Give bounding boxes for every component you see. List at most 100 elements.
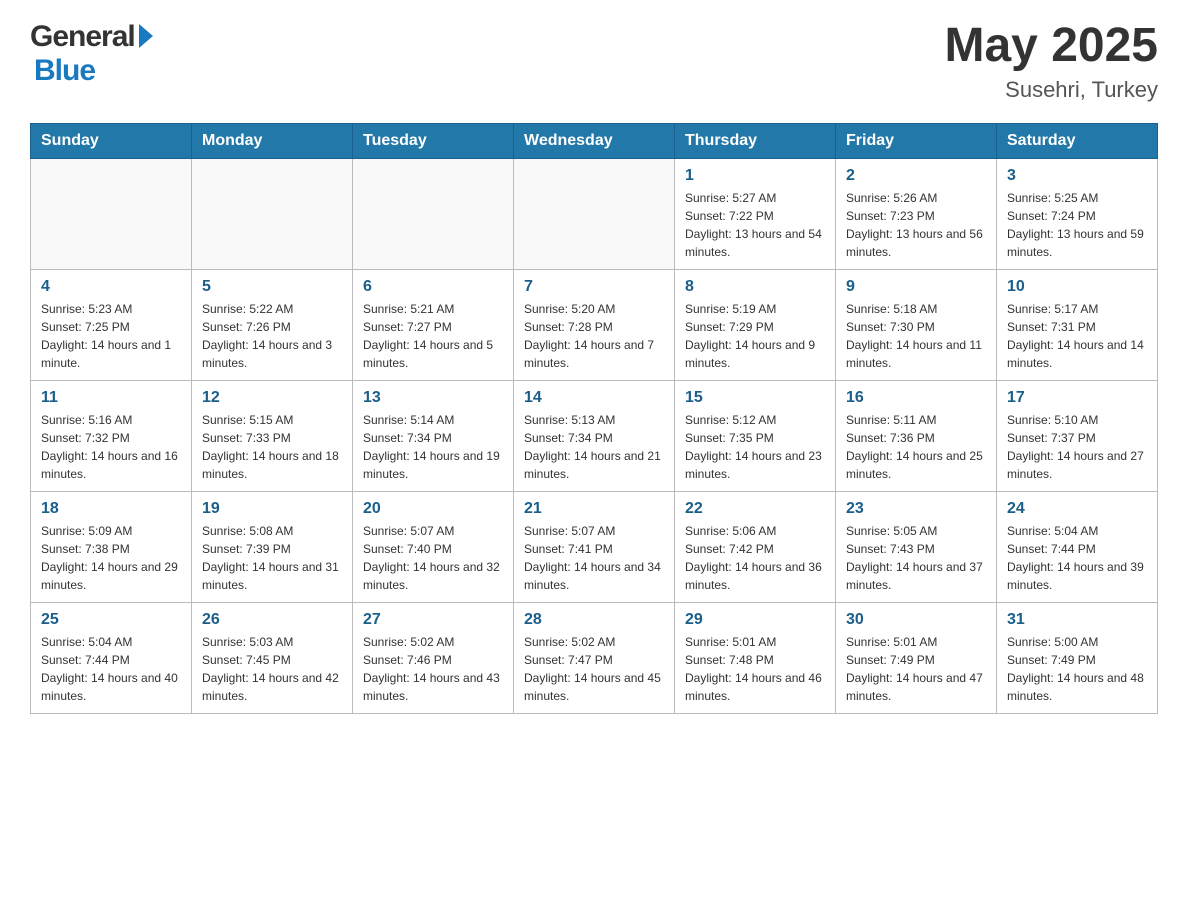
calendar-week-row: 25 Sunrise: 5:04 AM Sunset: 7:44 PM Dayli… bbox=[31, 602, 1158, 713]
day-info: Sunrise: 5:22 AM Sunset: 7:26 PM Dayligh… bbox=[202, 300, 342, 372]
day-number: 8 bbox=[685, 278, 825, 296]
day-info: Sunrise: 5:10 AM Sunset: 7:37 PM Dayligh… bbox=[1007, 411, 1147, 483]
calendar-week-row: 11 Sunrise: 5:16 AM Sunset: 7:32 PM Dayli… bbox=[31, 380, 1158, 491]
day-number: 12 bbox=[202, 389, 342, 407]
col-sunday: Sunday bbox=[31, 123, 192, 158]
day-number: 18 bbox=[41, 500, 181, 518]
day-number: 28 bbox=[524, 611, 664, 629]
day-info: Sunrise: 5:12 AM Sunset: 7:35 PM Dayligh… bbox=[685, 411, 825, 483]
table-row: 22 Sunrise: 5:06 AM Sunset: 7:42 PM Dayli… bbox=[675, 491, 836, 602]
table-row: 26Sunrise: 5:03 AM Sunset: 7:45 PM Dayli… bbox=[192, 602, 353, 713]
day-number: 1 bbox=[685, 167, 825, 185]
day-number: 10 bbox=[1007, 278, 1147, 296]
day-info: Sunrise: 5:02 AM Sunset: 7:46 PM Dayligh… bbox=[363, 633, 503, 705]
table-row bbox=[192, 158, 353, 269]
day-number: 4 bbox=[41, 278, 181, 296]
day-number: 7 bbox=[524, 278, 664, 296]
day-info: Sunrise: 5:09 AM Sunset: 7:38 PM Dayligh… bbox=[41, 522, 181, 594]
day-number: 5 bbox=[202, 278, 342, 296]
day-number: 25 bbox=[41, 611, 181, 629]
col-friday: Friday bbox=[836, 123, 997, 158]
table-row: 24 Sunrise: 5:04 AM Sunset: 7:44 PM Dayli… bbox=[997, 491, 1158, 602]
day-info: Sunrise: 5:13 AM Sunset: 7:34 PM Dayligh… bbox=[524, 411, 664, 483]
day-number: 17 bbox=[1007, 389, 1147, 407]
table-row: 19 Sunrise: 5:08 AM Sunset: 7:39 PM Dayli… bbox=[192, 491, 353, 602]
table-row: 12Sunrise: 5:15 AM Sunset: 7:33 PM Dayli… bbox=[192, 380, 353, 491]
day-info: Sunrise: 5:07 AM Sunset: 7:40 PM Dayligh… bbox=[363, 522, 503, 594]
day-info: Sunrise: 5:26 AM Sunset: 7:23 PM Dayligh… bbox=[846, 189, 986, 261]
day-number: 9 bbox=[846, 278, 986, 296]
month-year-title: May 2025 bbox=[945, 20, 1159, 73]
calendar-week-row: 4 Sunrise: 5:23 AM Sunset: 7:25 PM Daylig… bbox=[31, 269, 1158, 380]
table-row: 4 Sunrise: 5:23 AM Sunset: 7:25 PM Daylig… bbox=[31, 269, 192, 380]
day-number: 21 bbox=[524, 500, 664, 518]
logo-blue-text: Blue bbox=[34, 54, 95, 88]
table-row: 20 Sunrise: 5:07 AM Sunset: 7:40 PM Dayli… bbox=[353, 491, 514, 602]
table-row: 11 Sunrise: 5:16 AM Sunset: 7:32 PM Dayli… bbox=[31, 380, 192, 491]
calendar-table: Sunday Monday Tuesday Wednesday Thursday… bbox=[30, 123, 1158, 714]
logo-general-text: General bbox=[30, 20, 135, 54]
day-number: 2 bbox=[846, 167, 986, 185]
table-row bbox=[514, 158, 675, 269]
calendar-body: 1Sunrise: 5:27 AM Sunset: 7:22 PM Daylig… bbox=[31, 158, 1158, 713]
table-row: 3 Sunrise: 5:25 AM Sunset: 7:24 PM Daylig… bbox=[997, 158, 1158, 269]
day-number: 11 bbox=[41, 389, 181, 407]
day-info: Sunrise: 5:16 AM Sunset: 7:32 PM Dayligh… bbox=[41, 411, 181, 483]
table-row: 29Sunrise: 5:01 AM Sunset: 7:48 PM Dayli… bbox=[675, 602, 836, 713]
day-number: 16 bbox=[846, 389, 986, 407]
table-row: 6Sunrise: 5:21 AM Sunset: 7:27 PM Daylig… bbox=[353, 269, 514, 380]
table-row: 15 Sunrise: 5:12 AM Sunset: 7:35 PM Dayli… bbox=[675, 380, 836, 491]
day-info: Sunrise: 5:23 AM Sunset: 7:25 PM Dayligh… bbox=[41, 300, 181, 372]
day-number: 29 bbox=[685, 611, 825, 629]
day-number: 15 bbox=[685, 389, 825, 407]
col-monday: Monday bbox=[192, 123, 353, 158]
day-info: Sunrise: 5:05 AM Sunset: 7:43 PM Dayligh… bbox=[846, 522, 986, 594]
logo-line2: Blue bbox=[30, 54, 95, 88]
table-row: 28 Sunrise: 5:02 AM Sunset: 7:47 PM Dayli… bbox=[514, 602, 675, 713]
day-info: Sunrise: 5:08 AM Sunset: 7:39 PM Dayligh… bbox=[202, 522, 342, 594]
title-area: May 2025 Susehri, Turkey bbox=[945, 20, 1159, 103]
page-header: General Blue May 2025 Susehri, Turkey bbox=[30, 20, 1158, 103]
day-number: 3 bbox=[1007, 167, 1147, 185]
day-number: 14 bbox=[524, 389, 664, 407]
day-info: Sunrise: 5:01 AM Sunset: 7:49 PM Dayligh… bbox=[846, 633, 986, 705]
day-info: Sunrise: 5:21 AM Sunset: 7:27 PM Dayligh… bbox=[363, 300, 503, 372]
day-info: Sunrise: 5:25 AM Sunset: 7:24 PM Dayligh… bbox=[1007, 189, 1147, 261]
table-row: 5 Sunrise: 5:22 AM Sunset: 7:26 PM Daylig… bbox=[192, 269, 353, 380]
table-row: 17 Sunrise: 5:10 AM Sunset: 7:37 PM Dayli… bbox=[997, 380, 1158, 491]
day-info: Sunrise: 5:04 AM Sunset: 7:44 PM Dayligh… bbox=[41, 633, 181, 705]
col-tuesday: Tuesday bbox=[353, 123, 514, 158]
table-row: 10 Sunrise: 5:17 AM Sunset: 7:31 PM Dayli… bbox=[997, 269, 1158, 380]
day-number: 30 bbox=[846, 611, 986, 629]
table-row: 21Sunrise: 5:07 AM Sunset: 7:41 PM Dayli… bbox=[514, 491, 675, 602]
day-number: 19 bbox=[202, 500, 342, 518]
table-row: 7 Sunrise: 5:20 AM Sunset: 7:28 PM Daylig… bbox=[514, 269, 675, 380]
table-row bbox=[31, 158, 192, 269]
day-number: 26 bbox=[202, 611, 342, 629]
table-row: 13 Sunrise: 5:14 AM Sunset: 7:34 PM Dayli… bbox=[353, 380, 514, 491]
calendar-week-row: 1Sunrise: 5:27 AM Sunset: 7:22 PM Daylig… bbox=[31, 158, 1158, 269]
logo-line1: General bbox=[30, 20, 153, 54]
day-info: Sunrise: 5:20 AM Sunset: 7:28 PM Dayligh… bbox=[524, 300, 664, 372]
day-number: 24 bbox=[1007, 500, 1147, 518]
day-info: Sunrise: 5:14 AM Sunset: 7:34 PM Dayligh… bbox=[363, 411, 503, 483]
day-info: Sunrise: 5:06 AM Sunset: 7:42 PM Dayligh… bbox=[685, 522, 825, 594]
table-row: 16 Sunrise: 5:11 AM Sunset: 7:36 PM Dayli… bbox=[836, 380, 997, 491]
day-number: 22 bbox=[685, 500, 825, 518]
col-saturday: Saturday bbox=[997, 123, 1158, 158]
day-info: Sunrise: 5:02 AM Sunset: 7:47 PM Dayligh… bbox=[524, 633, 664, 705]
day-number: 13 bbox=[363, 389, 503, 407]
table-row: 18 Sunrise: 5:09 AM Sunset: 7:38 PM Dayli… bbox=[31, 491, 192, 602]
table-row: 2 Sunrise: 5:26 AM Sunset: 7:23 PM Daylig… bbox=[836, 158, 997, 269]
day-info: Sunrise: 5:04 AM Sunset: 7:44 PM Dayligh… bbox=[1007, 522, 1147, 594]
day-number: 31 bbox=[1007, 611, 1147, 629]
col-thursday: Thursday bbox=[675, 123, 836, 158]
day-number: 20 bbox=[363, 500, 503, 518]
table-row bbox=[353, 158, 514, 269]
day-info: Sunrise: 5:11 AM Sunset: 7:36 PM Dayligh… bbox=[846, 411, 986, 483]
logo: General Blue bbox=[30, 20, 153, 88]
calendar-header-row: Sunday Monday Tuesday Wednesday Thursday… bbox=[31, 123, 1158, 158]
day-info: Sunrise: 5:17 AM Sunset: 7:31 PM Dayligh… bbox=[1007, 300, 1147, 372]
table-row: 23Sunrise: 5:05 AM Sunset: 7:43 PM Dayli… bbox=[836, 491, 997, 602]
location-subtitle: Susehri, Turkey bbox=[945, 77, 1159, 103]
